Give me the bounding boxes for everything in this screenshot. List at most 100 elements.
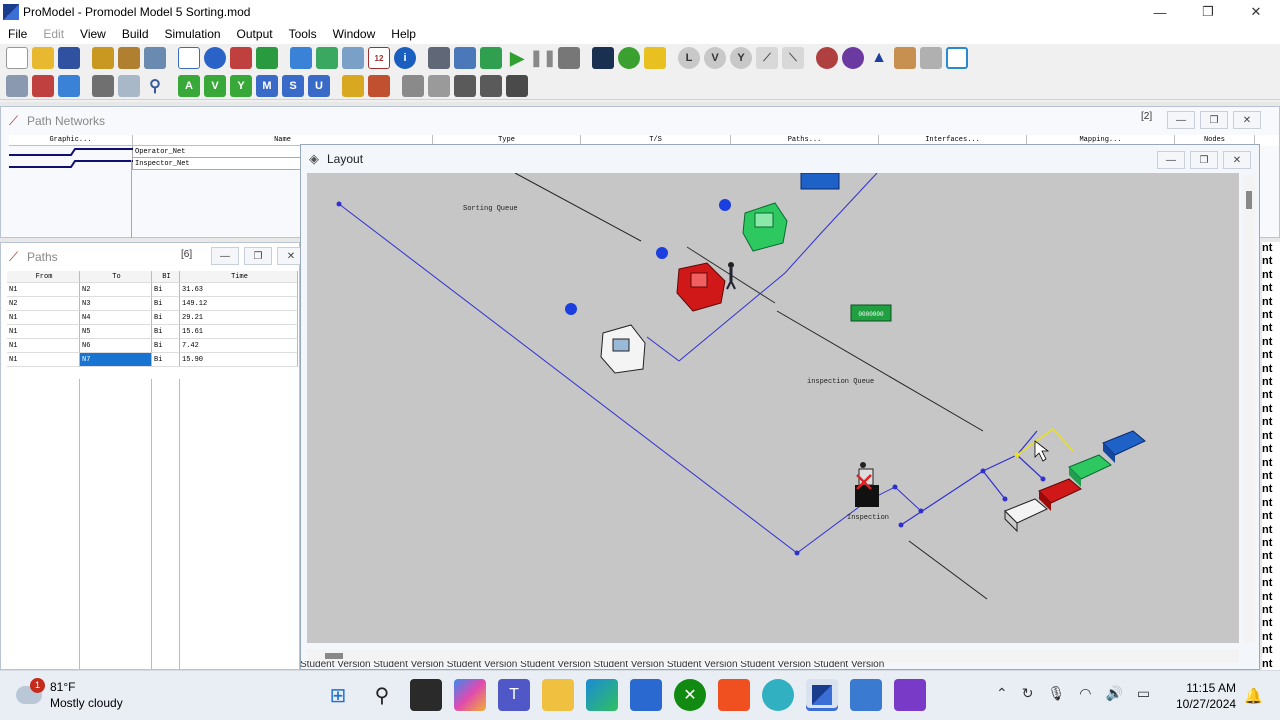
- table-row[interactable]: N1 N5 Bi 15.61: [7, 325, 299, 339]
- menu-file[interactable]: File: [0, 27, 35, 41]
- 3d-animator-icon[interactable]: [842, 47, 864, 69]
- notification-bell-icon[interactable]: 🔔: [1244, 687, 1263, 705]
- text-m-button[interactable]: M: [256, 74, 278, 97]
- triangle-icon[interactable]: ▲: [868, 47, 890, 69]
- table-row-selected[interactable]: N1 N7 Bi 15.90: [7, 353, 299, 367]
- volume-icon[interactable]: 🔊: [1105, 685, 1122, 702]
- cell-bi[interactable]: Bi: [152, 339, 180, 353]
- text-y-button[interactable]: Y: [230, 74, 252, 97]
- weather-widget[interactable]: 1 81°F Mostly cloudy: [16, 678, 123, 711]
- wifi-icon[interactable]: ◠: [1079, 685, 1091, 702]
- entities-icon[interactable]: [118, 47, 140, 69]
- col-from[interactable]: From: [7, 271, 80, 283]
- copilot-app-icon[interactable]: [762, 679, 794, 711]
- microphone-icon[interactable]: 🎙: [1047, 685, 1065, 702]
- cell-time[interactable]: 149.12: [180, 297, 298, 311]
- windows-start-icon[interactable]: ⊞: [322, 679, 354, 711]
- new-file-icon[interactable]: [6, 47, 28, 69]
- camera-icon[interactable]: [92, 74, 114, 97]
- store-icon[interactable]: [630, 679, 662, 711]
- layout-canvas[interactable]: 0000000 Sorting Queue inspection Queue I…: [307, 173, 1239, 643]
- sync-icon[interactable]: ↻: [1022, 685, 1034, 702]
- run-icon[interactable]: ▶: [506, 47, 528, 69]
- layout-minimize-button[interactable]: —: [1157, 151, 1185, 169]
- cell-time[interactable]: 15.90: [180, 353, 298, 367]
- menu-build[interactable]: Build: [114, 27, 157, 41]
- pn-restore-button[interactable]: ❐: [1200, 111, 1228, 129]
- cell-bi[interactable]: Bi: [152, 297, 180, 311]
- clipchamp-icon[interactable]: [894, 679, 926, 711]
- search-icon[interactable]: ⚲: [366, 679, 398, 711]
- teams-icon[interactable]: T: [498, 679, 530, 711]
- simulation-options-icon[interactable]: [428, 47, 450, 69]
- menu-output[interactable]: Output: [229, 27, 281, 41]
- scroll-thumb[interactable]: [325, 653, 343, 659]
- close-button[interactable]: ✕: [1232, 0, 1280, 24]
- menu-view[interactable]: View: [72, 27, 114, 41]
- paths-minimize-button[interactable]: —: [211, 247, 239, 265]
- cell-from[interactable]: N1: [7, 325, 80, 339]
- text-s-button[interactable]: S: [282, 74, 304, 97]
- tools-icon[interactable]: [894, 47, 916, 69]
- cell-bi[interactable]: Bi: [152, 283, 180, 297]
- brave-icon[interactable]: [718, 679, 750, 711]
- 3d-view-icon[interactable]: [592, 47, 614, 69]
- table-row[interactable]: N1 N2 Bi 31.63: [7, 283, 299, 297]
- table-row[interactable]: N1 N4 Bi 29.21: [7, 311, 299, 325]
- text-u-button[interactable]: U: [308, 74, 330, 97]
- system-clock[interactable]: 11:15 AM 10/27/2024: [1176, 680, 1236, 712]
- stat-fit-icon[interactable]: [644, 47, 666, 69]
- menu-help[interactable]: Help: [383, 27, 424, 41]
- pause-icon[interactable]: ❚❚: [530, 47, 557, 69]
- layout-close-button[interactable]: ✕: [1223, 151, 1251, 169]
- user-icon[interactable]: [256, 47, 278, 69]
- route-icon[interactable]: [32, 74, 54, 97]
- graphics-icon[interactable]: [816, 47, 838, 69]
- cell-bi[interactable]: Bi: [152, 325, 180, 339]
- cell-to[interactable]: N5: [80, 325, 152, 339]
- pin-icon[interactable]: [506, 74, 528, 97]
- cell-time[interactable]: 7.42: [180, 339, 298, 353]
- paths-titlebar[interactable]: ⟋ Paths [6] — ❐ ✕: [1, 243, 305, 271]
- menu-tools[interactable]: Tools: [281, 27, 325, 41]
- paths-restore-button[interactable]: ❐: [244, 247, 272, 265]
- zoom-icon[interactable]: ⚲: [144, 75, 166, 97]
- resources-icon[interactable]: [230, 47, 252, 69]
- cell-from[interactable]: N1: [7, 283, 80, 297]
- pn-close-button[interactable]: ✕: [1233, 111, 1261, 129]
- chart-area-icon[interactable]: ⟍: [782, 47, 804, 69]
- cell-time[interactable]: 15.61: [180, 325, 298, 339]
- multi-hand-icon[interactable]: [428, 74, 450, 97]
- text-a-button[interactable]: A: [178, 74, 200, 97]
- col-graphic[interactable]: Graphic...: [9, 135, 133, 146]
- battery-icon[interactable]: ▭: [1137, 685, 1150, 702]
- l-tool-icon[interactable]: L: [678, 47, 700, 69]
- v-tool-icon[interactable]: V: [704, 47, 726, 69]
- arrivals-icon[interactable]: [290, 47, 312, 69]
- processing-icon[interactable]: [342, 47, 364, 69]
- table-row[interactable]: N2 N3 Bi 149.12: [7, 297, 299, 311]
- xbox-icon[interactable]: ✕: [674, 679, 706, 711]
- save-icon[interactable]: [58, 47, 80, 69]
- calendar-icon[interactable]: 12: [368, 47, 390, 69]
- network-name[interactable]: Operator_Net: [133, 146, 301, 158]
- grid-icon[interactable]: [6, 74, 28, 97]
- cell-bi[interactable]: Bi: [152, 311, 180, 325]
- globe-icon[interactable]: [618, 47, 640, 69]
- table-row[interactable]: N1 N6 Bi 7.42: [7, 339, 299, 353]
- cell-to[interactable]: N4: [80, 311, 152, 325]
- path-networks-titlebar[interactable]: ⟋ Path Networks [2] — ❐ ✕: [1, 107, 1279, 135]
- locations-icon[interactable]: [92, 47, 114, 69]
- step-icon[interactable]: [480, 74, 502, 97]
- cell-bi[interactable]: Bi: [152, 353, 180, 367]
- col-time[interactable]: Time: [180, 271, 298, 283]
- save-and-run-icon[interactable]: [480, 47, 502, 69]
- menu-window[interactable]: Window: [325, 27, 384, 41]
- download-icon[interactable]: [316, 47, 338, 69]
- cell-from[interactable]: N2: [7, 297, 80, 311]
- text-v-button[interactable]: V: [204, 74, 226, 97]
- zoom-fit-icon[interactable]: [118, 74, 140, 97]
- shift-icon[interactable]: [342, 74, 364, 97]
- menu-simulation[interactable]: Simulation: [157, 27, 229, 41]
- monitor-icon[interactable]: [946, 47, 968, 69]
